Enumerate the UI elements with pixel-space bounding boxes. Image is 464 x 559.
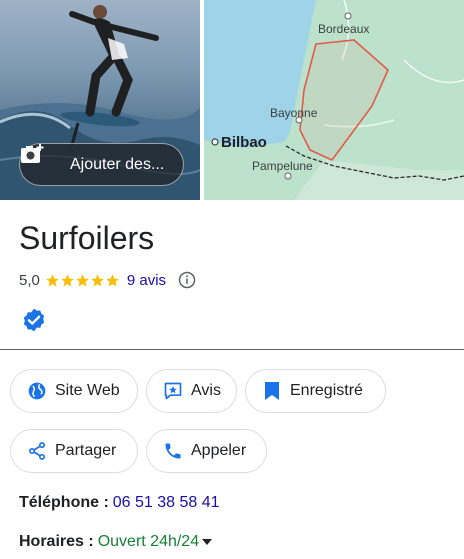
hours-status[interactable]: Ouvert 24h/24 — [98, 533, 199, 551]
header-media: Ajouter des... Bordeaux Bayonne Bilbao P… — [0, 0, 464, 200]
rating-score: 5,0 — [19, 271, 40, 289]
hours-label: Horaires : — [19, 533, 94, 550]
share-button[interactable]: Partager — [10, 429, 138, 473]
star-icon — [106, 273, 119, 286]
reviews-link[interactable]: 9 avis — [127, 272, 166, 289]
star-icon — [61, 273, 74, 286]
section-divider — [0, 349, 464, 350]
business-photo[interactable]: Ajouter des... — [0, 0, 200, 200]
chevron-down-icon[interactable] — [202, 537, 213, 547]
business-name: Surfoilers — [19, 220, 155, 256]
star-icon — [76, 273, 89, 286]
phone-number-link[interactable]: 06 51 38 58 41 — [113, 494, 220, 512]
phone-label: Téléphone : — [19, 494, 109, 511]
review-star-icon — [162, 380, 184, 402]
rating-row: 5,0 9 avis — [19, 270, 196, 290]
map-label-bordeaux: Bordeaux — [318, 22, 370, 36]
star-icon — [91, 273, 104, 286]
phone-row: Téléphone : 06 51 38 58 41 — [19, 494, 220, 512]
bookmark-icon — [261, 380, 283, 402]
saved-button[interactable]: Enregistré — [245, 369, 386, 413]
share-icon — [26, 440, 48, 462]
website-button[interactable]: Site Web — [10, 369, 138, 413]
call-button[interactable]: Appeler — [146, 429, 267, 473]
website-label: Site Web — [55, 382, 120, 399]
hours-row: Horaires : Ouvert 24h/24 — [19, 533, 213, 551]
info-icon[interactable] — [178, 271, 196, 289]
saved-label: Enregistré — [290, 382, 363, 399]
add-photo-icon — [21, 144, 61, 176]
star-icon — [46, 273, 59, 286]
map-label-bilbao: Bilbao — [221, 134, 267, 151]
map-label-pampelune: Pampelune — [252, 159, 313, 173]
verified-badge-icon — [23, 308, 45, 332]
reviews-button[interactable]: Avis — [146, 369, 237, 413]
globe-icon — [26, 380, 48, 402]
rating-stars — [45, 273, 120, 288]
add-photo-label: Ajouter des... — [70, 155, 165, 173]
call-label: Appeler — [191, 442, 247, 459]
reviews-label: Avis — [191, 382, 221, 399]
location-map[interactable]: Bordeaux Bayonne Bilbao Pampelune — [204, 0, 464, 200]
add-photo-button[interactable]: Ajouter des... — [19, 143, 184, 186]
phone-icon — [162, 440, 184, 462]
share-label: Partager — [55, 442, 117, 459]
map-label-bayonne: Bayonne — [270, 106, 318, 120]
